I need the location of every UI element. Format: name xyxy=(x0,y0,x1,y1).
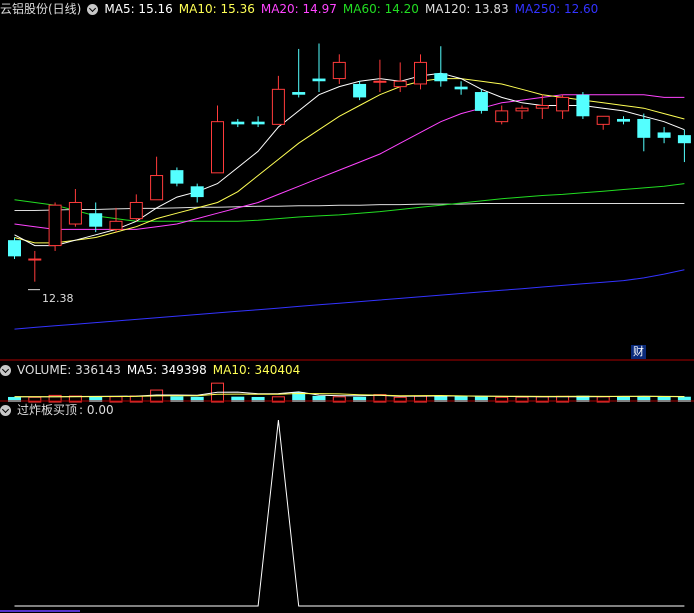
candle-body-up xyxy=(393,80,407,88)
candle-body-down xyxy=(454,86,468,90)
candle-body-up xyxy=(109,220,123,230)
kline-chart[interactable] xyxy=(0,0,694,613)
candle-body-down xyxy=(170,170,184,184)
candle-body-down xyxy=(434,73,448,82)
candle-body-up xyxy=(129,201,143,220)
candle-body-down xyxy=(637,118,651,138)
candle-body-up xyxy=(556,96,570,112)
candle-body-up xyxy=(271,88,285,125)
indicator-header: 过炸板买顶 : 0.00 xyxy=(0,401,120,419)
indicator-value: : 0.00 xyxy=(79,403,114,417)
candle-body-down xyxy=(8,240,21,257)
volume-header: VOLUME: 336143 MA5: 349398 MA10: 340404 xyxy=(0,361,306,379)
candle-body-up xyxy=(596,115,610,125)
candle-body-down xyxy=(576,94,590,117)
ma-line-ma60 xyxy=(14,183,685,222)
volume-label: VOLUME: 336143 xyxy=(17,363,121,377)
candle-body-down xyxy=(617,118,630,122)
candle-body-down xyxy=(312,78,326,82)
ma60-label: MA60: 14.20 xyxy=(342,2,419,16)
low-price-marker: 12.38 xyxy=(42,292,74,305)
candle-body-down xyxy=(190,186,204,198)
ma120-label: MA120: 13.83 xyxy=(424,2,509,16)
candle-body-up xyxy=(495,110,509,123)
volume-ma10-label: MA10: 340404 xyxy=(212,363,301,377)
indicator-title: 过炸板买顶 xyxy=(17,403,78,417)
candle-body-up xyxy=(373,80,387,83)
ma-line-ma120 xyxy=(14,203,685,211)
panel-dividers xyxy=(0,359,694,612)
candle-body-down xyxy=(657,132,671,138)
price-panel[interactable] xyxy=(8,43,691,330)
indicator-line xyxy=(14,419,685,607)
price-header: 云铝股份(日线) MA5: 15.16 MA10: 15.36 MA20: 14… xyxy=(0,0,604,18)
volume-panel[interactable] xyxy=(8,382,691,403)
candle-body-down xyxy=(677,135,691,144)
stock-title: 云铝股份(日线) xyxy=(0,2,82,16)
candle-body-down xyxy=(474,92,488,111)
candle-body-down xyxy=(251,121,265,125)
chevron-down-icon[interactable] xyxy=(0,404,11,416)
chevron-down-icon[interactable] xyxy=(87,3,99,15)
candle-body-up xyxy=(211,121,224,174)
volume-ma10-line xyxy=(14,392,685,398)
ma250-label: MA250: 12.60 xyxy=(514,2,599,16)
candle-body-down xyxy=(353,83,367,98)
volume-ma5-label: MA5: 349398 xyxy=(126,363,207,377)
candle-body-up xyxy=(28,258,42,261)
candle-body-down xyxy=(292,92,306,95)
candle-body-up xyxy=(535,105,549,109)
ma-line-ma250 xyxy=(14,269,685,330)
candle-body-down xyxy=(89,213,103,227)
indicator-panel[interactable] xyxy=(14,419,685,607)
candle-body-up xyxy=(68,201,82,225)
chevron-down-icon[interactable] xyxy=(0,364,11,376)
ma5-label: MA5: 15.16 xyxy=(104,2,173,16)
candle-body-down xyxy=(231,121,245,125)
candle-body-up xyxy=(515,107,529,112)
ma20-label: MA20: 14.97 xyxy=(260,2,337,16)
candle-body-up xyxy=(414,61,427,85)
candle-body-up xyxy=(332,61,346,80)
ma10-label: MA10: 15.36 xyxy=(178,2,255,16)
finance-badge[interactable]: 财 xyxy=(631,345,646,359)
candle-body-up xyxy=(150,175,164,201)
candle-body-up xyxy=(48,204,62,247)
